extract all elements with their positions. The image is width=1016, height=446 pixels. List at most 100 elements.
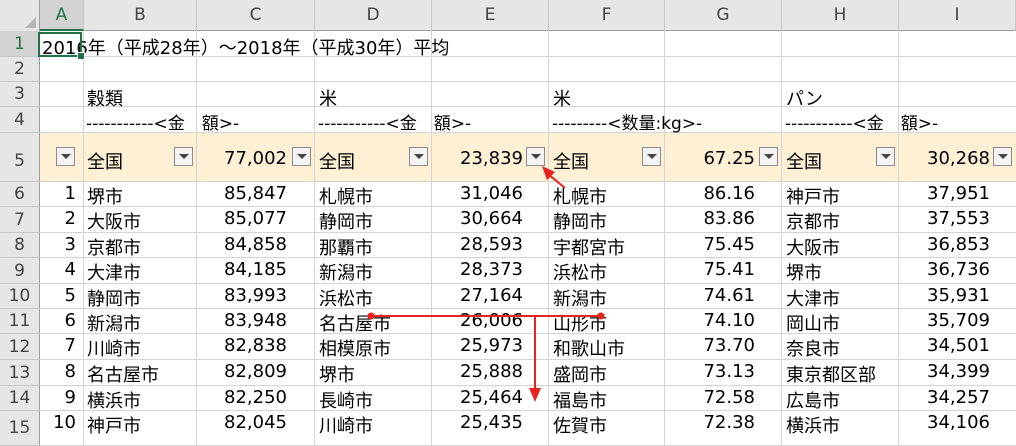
- row-header-4[interactable]: 4: [0, 107, 40, 133]
- row-header-3[interactable]: 3: [0, 82, 40, 107]
- city-cell[interactable]: 大津市: [786, 285, 896, 311]
- city-cell[interactable]: 東京都区部: [786, 361, 896, 387]
- row-header-5[interactable]: 5: [0, 133, 40, 182]
- value-cell[interactable]: 25,973: [432, 335, 523, 356]
- city-cell[interactable]: 大阪市: [87, 208, 195, 234]
- value-cell[interactable]: 86.16: [665, 183, 755, 204]
- city-cell[interactable]: 大津市: [87, 259, 195, 285]
- filter-dropdown-d[interactable]: [409, 147, 428, 166]
- value-cell[interactable]: 75.45: [665, 234, 755, 255]
- city-cell[interactable]: 静岡市: [553, 208, 663, 234]
- value-cell[interactable]: 37,553: [899, 208, 990, 229]
- category-cereals-cell[interactable]: 穀類: [87, 85, 123, 111]
- value-cell[interactable]: 83,993: [197, 285, 287, 306]
- sheet-title-cell[interactable]: 2016年（平成28年）～2018年（平成30年）平均: [42, 34, 449, 60]
- value-cell[interactable]: 35,931: [899, 285, 990, 306]
- row-header-7[interactable]: 7: [0, 207, 40, 233]
- value-cell[interactable]: 34,257: [899, 387, 990, 408]
- value-cell[interactable]: 85,077: [197, 208, 287, 229]
- city-cell[interactable]: 神戸市: [87, 412, 195, 438]
- value-cell[interactable]: 27,164: [432, 285, 523, 306]
- city-cell[interactable]: 川崎市: [87, 335, 195, 361]
- city-cell[interactable]: 静岡市: [319, 208, 429, 234]
- city-cell[interactable]: 山形市: [553, 310, 663, 336]
- column-header-a[interactable]: A: [40, 0, 84, 31]
- value-cell[interactable]: 36,736: [899, 259, 990, 280]
- column-header-d[interactable]: D: [315, 0, 432, 31]
- rank-cell[interactable]: 7: [40, 335, 76, 356]
- filter-dropdown-a[interactable]: [56, 147, 75, 166]
- value-cell[interactable]: 25,464: [432, 387, 523, 408]
- city-cell[interactable]: 新潟市: [87, 310, 195, 336]
- value-cell[interactable]: 25,435: [432, 412, 523, 433]
- national-label-cell[interactable]: 全国: [786, 148, 822, 174]
- city-cell[interactable]: 堺市: [319, 361, 429, 387]
- row-header-15[interactable]: 15: [0, 411, 40, 446]
- value-cell[interactable]: 37,951: [899, 183, 990, 204]
- city-cell[interactable]: 堺市: [786, 259, 896, 285]
- rank-cell[interactable]: 9: [40, 387, 76, 408]
- value-cell[interactable]: 73.70: [665, 335, 755, 356]
- column-header-i[interactable]: I: [899, 0, 1016, 31]
- column-header-g[interactable]: G: [665, 0, 782, 31]
- value-cell[interactable]: 30,664: [432, 208, 523, 229]
- row-header-9[interactable]: 9: [0, 258, 40, 284]
- value-cell[interactable]: 34,501: [899, 335, 990, 356]
- rank-cell[interactable]: 6: [40, 310, 76, 331]
- city-cell[interactable]: 横浜市: [786, 412, 896, 438]
- city-cell[interactable]: 大阪市: [786, 234, 896, 260]
- value-cell[interactable]: 25,888: [432, 361, 523, 382]
- rank-cell[interactable]: 2: [40, 208, 76, 229]
- city-cell[interactable]: 長崎市: [319, 387, 429, 413]
- city-cell[interactable]: 新潟市: [319, 259, 429, 285]
- city-cell[interactable]: 京都市: [87, 234, 195, 260]
- city-cell[interactable]: 神戸市: [786, 183, 896, 209]
- value-cell[interactable]: 84,858: [197, 234, 287, 255]
- city-cell[interactable]: 浜松市: [319, 285, 429, 311]
- row-header-13[interactable]: 13: [0, 360, 40, 386]
- column-header-f[interactable]: F: [549, 0, 665, 31]
- filter-dropdown-g[interactable]: [759, 147, 778, 166]
- spreadsheet[interactable]: A B C D E F G H I 1 2 3 4 5 6 7 8 9 10 11 12 13 14 15 …: [0, 0, 1016, 446]
- value-cell[interactable]: 34,106: [899, 412, 990, 433]
- city-cell[interactable]: 堺市: [87, 183, 195, 209]
- row-header-6[interactable]: 6: [0, 182, 40, 207]
- city-cell[interactable]: 横浜市: [87, 387, 195, 413]
- column-header-h[interactable]: H: [782, 0, 899, 31]
- value-cell[interactable]: 72.58: [665, 387, 755, 408]
- rank-cell[interactable]: 8: [40, 361, 76, 382]
- city-cell[interactable]: 札幌市: [319, 183, 429, 209]
- subheader-bread-amount[interactable]: -----------<金 額>-: [785, 109, 938, 134]
- filter-dropdown-b[interactable]: [174, 147, 193, 166]
- value-cell[interactable]: 82,809: [197, 361, 287, 382]
- city-cell[interactable]: 岡山市: [786, 310, 896, 336]
- value-cell[interactable]: 85,847: [197, 183, 287, 204]
- value-cell[interactable]: 82,838: [197, 335, 287, 356]
- category-rice-amount-cell[interactable]: 米: [319, 85, 337, 111]
- city-cell[interactable]: 名古屋市: [319, 310, 429, 336]
- filter-dropdown-f[interactable]: [642, 147, 661, 166]
- rank-cell[interactable]: 5: [40, 285, 76, 306]
- select-all-corner[interactable]: [0, 0, 40, 31]
- city-cell[interactable]: 広島市: [786, 387, 896, 413]
- city-cell[interactable]: 相模原市: [319, 335, 429, 361]
- row-header-10[interactable]: 10: [0, 284, 40, 309]
- value-cell[interactable]: 28,593: [432, 234, 523, 255]
- value-cell[interactable]: 26,006: [432, 310, 523, 331]
- value-cell[interactable]: 28,373: [432, 259, 523, 280]
- column-header-c[interactable]: C: [197, 0, 315, 31]
- value-cell[interactable]: 31,046: [432, 183, 523, 204]
- value-cell[interactable]: 83.86: [665, 208, 755, 229]
- city-cell[interactable]: 福島市: [553, 387, 663, 413]
- city-cell[interactable]: 川崎市: [319, 412, 429, 438]
- value-cell[interactable]: 72.38: [665, 412, 755, 433]
- city-cell[interactable]: 京都市: [786, 208, 896, 234]
- filter-dropdown-i[interactable]: [993, 147, 1012, 166]
- value-cell[interactable]: 83,948: [197, 310, 287, 331]
- value-cell[interactable]: 34,399: [899, 361, 990, 382]
- national-rice-amount-value-cell[interactable]: 23,839: [432, 148, 523, 169]
- national-rice-quantity-value-cell[interactable]: 67.25: [665, 148, 755, 169]
- value-cell[interactable]: 35,709: [899, 310, 990, 331]
- national-label-cell[interactable]: 全国: [553, 148, 589, 174]
- row-header-2[interactable]: 2: [0, 57, 40, 82]
